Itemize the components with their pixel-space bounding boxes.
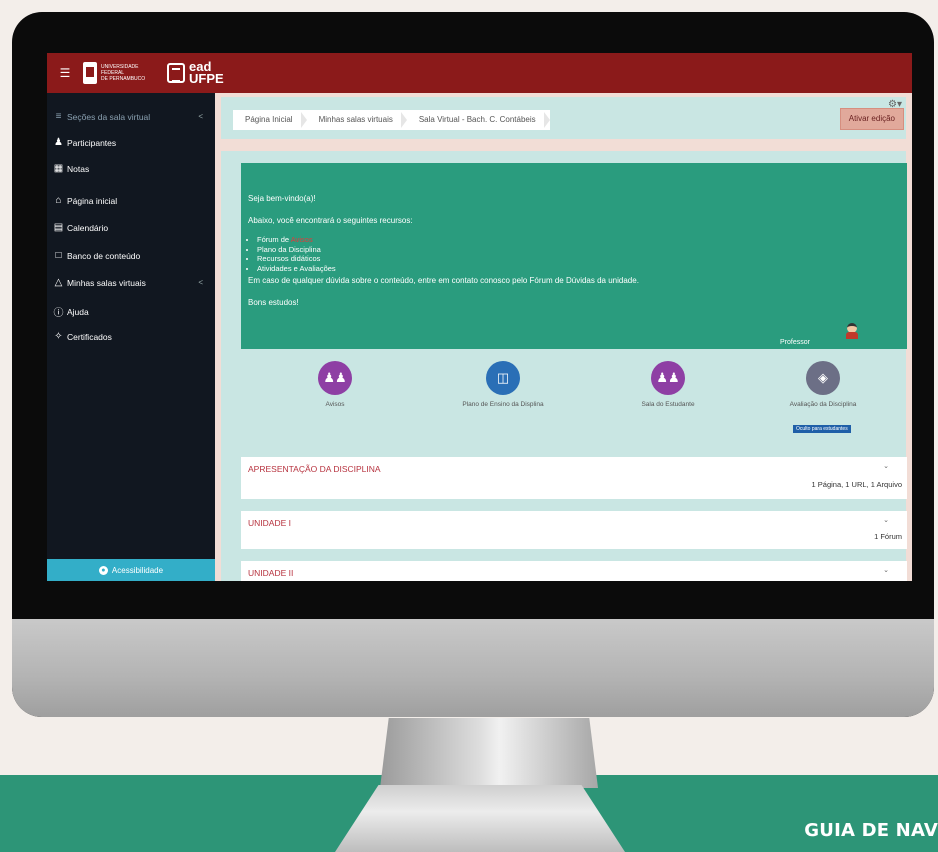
main-content: ⚙▾ Página Inicial Minhas salas virtuais … (215, 93, 912, 581)
tile-avaliacao[interactable]: ◈ Avaliação da Disciplina (758, 361, 888, 408)
resource-list: Fórum de Avisos Plano da Disciplina Recu… (248, 235, 336, 273)
sidebar-item-calendar[interactable]: ▤ Calendário (53, 222, 209, 233)
breadcrumb-home[interactable]: Página Inicial (233, 110, 307, 130)
chevron-left-icon: < (198, 112, 203, 121)
chevron-down-icon[interactable]: ⌄ (883, 516, 889, 524)
ead-ufpe-logo[interactable]: ead UFPE (167, 60, 224, 86)
sidebar-item-certificates[interactable]: ✧ Certificados (53, 331, 209, 342)
ufpe-university-logo[interactable]: UNIVERSIDADE FEDERAL DE PERNAMBUCO (83, 60, 159, 86)
hidden-from-students-badge: Oculto para estudantes (793, 425, 851, 433)
activity-tiles: ♟♟ Avisos ◫ Plano de Ensino da Displina … (241, 361, 907, 451)
graduation-cap-icon: △ (54, 277, 63, 288)
certificate-icon: ✧ (54, 331, 63, 342)
people-icon: ♟♟ (318, 361, 352, 395)
accessibility-icon: ● (98, 565, 108, 575)
participants-icon: ♟ (54, 137, 63, 148)
help-icon: ⓘ (53, 308, 64, 319)
monitor-stand-neck (380, 718, 598, 788)
list-icon: ≡ (55, 111, 62, 122)
breadcrumb-my-rooms[interactable]: Minhas salas virtuais (307, 110, 408, 130)
course-panel: Seja bem-vindo(a)! Abaixo, você encontra… (221, 151, 907, 581)
welcome-intro: Abaixo, você encontrará o seguintes recu… (248, 216, 413, 225)
people-icon: ♟♟ (651, 361, 685, 395)
section-title[interactable]: APRESENTAÇÃO DA DISCIPLINA (248, 464, 381, 474)
section-summary: 1 Página, 1 URL, 1 Arquivo (811, 480, 902, 489)
professor-avatar (845, 323, 859, 339)
welcome-contact: Em caso de qualquer dúvida sobre o conte… (248, 276, 639, 285)
section-title[interactable]: UNIDADE I (248, 518, 291, 528)
welcome-greeting: Seja bem-vindo(a)! (248, 194, 316, 203)
univ-text-line: DE PERNAMBUCO (101, 76, 146, 82)
crest-icon (83, 62, 97, 84)
sidebar-item-participants[interactable]: ♟ Participantes (53, 137, 209, 148)
sidebar-item-grades[interactable]: ▦ Notas (53, 163, 209, 174)
welcome-closing: Bons estudos! (248, 298, 299, 307)
hamburger-icon[interactable]: ☰ (47, 66, 83, 80)
section-title[interactable]: UNIDADE II (248, 568, 293, 578)
guide-title: GUIA DE NAV (804, 820, 938, 841)
sidebar: ≡ Seções da sala virtual < ♟ Participant… (47, 93, 215, 581)
sidebar-item-sections[interactable]: ≡ Seções da sala virtual < (53, 111, 209, 122)
accessibility-button[interactable]: ● Acessibilidade (47, 559, 215, 581)
file-icon: □ (55, 250, 62, 261)
section-unidade-2[interactable]: UNIDADE II ⌄ (241, 561, 907, 581)
section-apresentacao[interactable]: APRESENTAÇÃO DA DISCIPLINA ⌄ 1 Página, 1… (241, 457, 907, 499)
building-icon (167, 63, 185, 83)
home-icon: ⌂ (55, 195, 62, 206)
list-item: Fórum de Avisos (257, 235, 336, 245)
logo-ufpe-text: UFPE (189, 71, 224, 86)
chevron-left-icon: < (198, 278, 203, 287)
sidebar-item-content-bank[interactable]: □ Banco de conteúdo (53, 250, 209, 261)
monitor: ☰ UNIVERSIDADE FEDERAL DE PERNAMBUCO ead… (12, 12, 934, 717)
tile-avisos[interactable]: ♟♟ Avisos (270, 361, 400, 408)
list-item: Atividades e Avaliações (257, 264, 336, 274)
sidebar-item-home[interactable]: ⌂ Página inicial (53, 195, 209, 206)
sidebar-item-help[interactable]: ⓘ Ajuda (53, 304, 209, 320)
calendar-icon: ▤ (53, 222, 64, 233)
chevron-down-icon[interactable]: ⌄ (883, 566, 889, 574)
list-item: Plano da Disciplina (257, 245, 336, 255)
avisos-link[interactable]: Avisos (291, 235, 313, 244)
chevron-down-icon[interactable]: ⌄ (883, 462, 889, 470)
box-icon: ◈ (806, 361, 840, 395)
breadcrumb-current-room[interactable]: Sala Virtual - Bach. C. Contábeis (407, 110, 550, 130)
list-item: Recursos didáticos (257, 254, 336, 264)
top-navbar: ☰ UNIVERSIDADE FEDERAL DE PERNAMBUCO ead… (47, 53, 912, 93)
monitor-chin (12, 619, 934, 717)
page-header: ⚙▾ Página Inicial Minhas salas virtuais … (221, 97, 906, 139)
professor-label: Professor (780, 339, 810, 346)
tile-plano-ensino[interactable]: ◫ Plano de Ensino da Displina (438, 361, 568, 408)
screen: ☰ UNIVERSIDADE FEDERAL DE PERNAMBUCO ead… (47, 53, 912, 581)
tile-sala-estudante[interactable]: ♟♟ Sala do Estudante (603, 361, 733, 408)
welcome-box: Seja bem-vindo(a)! Abaixo, você encontra… (241, 163, 907, 349)
sidebar-item-my-rooms[interactable]: △ Minhas salas virtuais < (53, 277, 209, 288)
enable-editing-button[interactable]: Ativar edição (839, 108, 904, 130)
grades-icon: ▦ (53, 163, 64, 174)
browser-window-icon: ◫ (486, 361, 520, 395)
breadcrumb: Página Inicial Minhas salas virtuais Sal… (233, 110, 550, 130)
section-summary: 1 Fórum (874, 532, 902, 541)
monitor-stand-base (335, 785, 625, 852)
section-unidade-1[interactable]: UNIDADE I ⌄ 1 Fórum (241, 511, 907, 549)
